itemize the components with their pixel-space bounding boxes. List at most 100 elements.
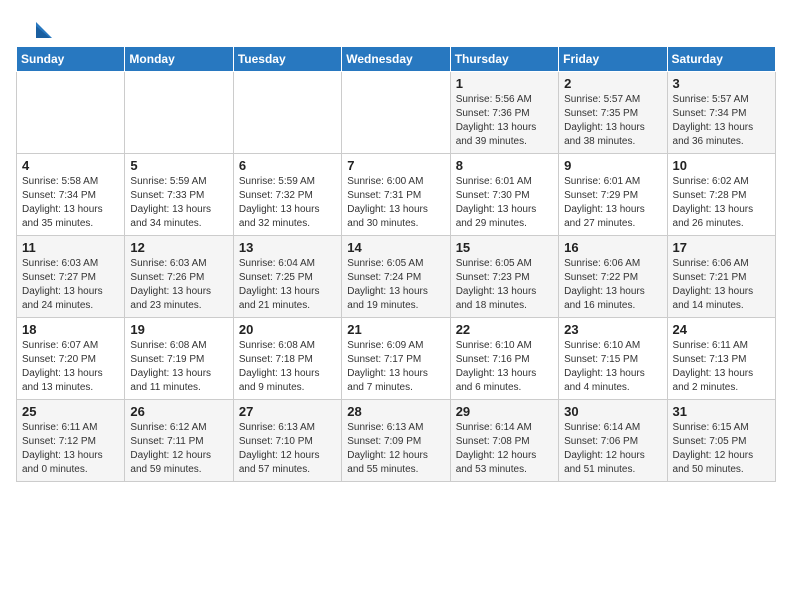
calendar-cell [17,72,125,154]
calendar-week-row: 4 Sunrise: 5:58 AM Sunset: 7:34 PM Daylig… [17,154,776,236]
day-number: 11 [22,240,119,255]
calendar-week-row: 11 Sunrise: 6:03 AM Sunset: 7:27 PM Dayli… [17,236,776,318]
day-info: Sunrise: 6:13 AM Sunset: 7:09 PM Dayligh… [347,421,444,477]
day-info: Sunrise: 6:01 AM Sunset: 7:30 PM Dayligh… [456,175,553,231]
day-number: 20 [239,322,336,337]
calendar-cell: 31 Sunrise: 6:15 AM Sunset: 7:05 PM Dayli… [667,400,775,482]
day-info: Sunrise: 6:02 AM Sunset: 7:28 PM Dayligh… [673,175,770,231]
day-info: Sunrise: 6:06 AM Sunset: 7:21 PM Dayligh… [673,257,770,313]
weekday-header-friday: Friday [559,47,667,72]
calendar-cell: 24Sunrise: 6:11 AM Sunset: 7:13 PM Dayli… [667,318,775,400]
calendar-cell: 22 Sunrise: 6:10 AM Sunset: 7:16 PM Dayli… [450,318,558,400]
calendar-cell: 11 Sunrise: 6:03 AM Sunset: 7:27 PM Dayli… [17,236,125,318]
calendar-cell: 2Sunrise: 5:57 AM Sunset: 7:35 PM Daylig… [559,72,667,154]
day-number: 23 [564,322,661,337]
day-number: 12 [130,240,227,255]
weekday-header-tuesday: Tuesday [233,47,341,72]
logo [16,20,52,38]
calendar-week-row: 1 Sunrise: 5:56 AM Sunset: 7:36 PM Daylig… [17,72,776,154]
day-info: Sunrise: 6:01 AM Sunset: 7:29 PM Dayligh… [564,175,661,231]
day-info: Sunrise: 6:03 AM Sunset: 7:26 PM Dayligh… [130,257,227,313]
day-number: 3 [673,76,770,91]
day-number: 26 [130,404,227,419]
day-number: 15 [456,240,553,255]
calendar-table: SundayMondayTuesdayWednesdayThursdayFrid… [16,46,776,482]
day-number: 18 [22,322,119,337]
calendar-cell: 25Sunrise: 6:11 AM Sunset: 7:12 PM Dayli… [17,400,125,482]
day-info: Sunrise: 6:05 AM Sunset: 7:24 PM Dayligh… [347,257,444,313]
day-number: 25 [22,404,119,419]
day-number: 14 [347,240,444,255]
day-info: Sunrise: 6:05 AM Sunset: 7:23 PM Dayligh… [456,257,553,313]
weekday-header-saturday: Saturday [667,47,775,72]
calendar-cell: 10 Sunrise: 6:02 AM Sunset: 7:28 PM Dayli… [667,154,775,236]
day-number: 31 [673,404,770,419]
weekday-header-thursday: Thursday [450,47,558,72]
calendar-cell: 13 Sunrise: 6:04 AM Sunset: 7:25 PM Dayli… [233,236,341,318]
day-number: 21 [347,322,444,337]
calendar-cell: 16 Sunrise: 6:06 AM Sunset: 7:22 PM Dayli… [559,236,667,318]
calendar-cell: 28 Sunrise: 6:13 AM Sunset: 7:09 PM Dayli… [342,400,450,482]
calendar-cell: 21Sunrise: 6:09 AM Sunset: 7:17 PM Dayli… [342,318,450,400]
header [16,16,776,38]
weekday-header-monday: Monday [125,47,233,72]
calendar-cell: 26 Sunrise: 6:12 AM Sunset: 7:11 PM Dayli… [125,400,233,482]
calendar-cell: 1 Sunrise: 5:56 AM Sunset: 7:36 PM Daylig… [450,72,558,154]
day-info: Sunrise: 6:06 AM Sunset: 7:22 PM Dayligh… [564,257,661,313]
day-info: Sunrise: 6:14 AM Sunset: 7:08 PM Dayligh… [456,421,553,477]
day-info: Sunrise: 5:59 AM Sunset: 7:33 PM Dayligh… [130,175,227,231]
calendar-week-row: 25Sunrise: 6:11 AM Sunset: 7:12 PM Dayli… [17,400,776,482]
day-number: 29 [456,404,553,419]
logo-icon [16,20,52,42]
day-number: 7 [347,158,444,173]
day-number: 17 [673,240,770,255]
day-number: 16 [564,240,661,255]
calendar-cell: 23 Sunrise: 6:10 AM Sunset: 7:15 PM Dayli… [559,318,667,400]
day-info: Sunrise: 6:10 AM Sunset: 7:15 PM Dayligh… [564,339,661,395]
day-number: 6 [239,158,336,173]
day-info: Sunrise: 6:03 AM Sunset: 7:27 PM Dayligh… [22,257,119,313]
day-number: 28 [347,404,444,419]
day-number: 24 [673,322,770,337]
day-info: Sunrise: 6:08 AM Sunset: 7:18 PM Dayligh… [239,339,336,395]
calendar-cell: 29 Sunrise: 6:14 AM Sunset: 7:08 PM Dayli… [450,400,558,482]
day-info: Sunrise: 5:58 AM Sunset: 7:34 PM Dayligh… [22,175,119,231]
calendar-cell: 5 Sunrise: 5:59 AM Sunset: 7:33 PM Daylig… [125,154,233,236]
calendar-cell: 12 Sunrise: 6:03 AM Sunset: 7:26 PM Dayli… [125,236,233,318]
day-number: 13 [239,240,336,255]
day-info: Sunrise: 6:08 AM Sunset: 7:19 PM Dayligh… [130,339,227,395]
calendar-cell: 15 Sunrise: 6:05 AM Sunset: 7:23 PM Dayli… [450,236,558,318]
weekday-header-row: SundayMondayTuesdayWednesdayThursdayFrid… [17,47,776,72]
day-number: 4 [22,158,119,173]
day-info: Sunrise: 6:07 AM Sunset: 7:20 PM Dayligh… [22,339,119,395]
day-number: 1 [456,76,553,91]
calendar-cell: 17 Sunrise: 6:06 AM Sunset: 7:21 PM Dayli… [667,236,775,318]
calendar-cell: 6 Sunrise: 5:59 AM Sunset: 7:32 PM Daylig… [233,154,341,236]
day-number: 30 [564,404,661,419]
day-info: Sunrise: 5:59 AM Sunset: 7:32 PM Dayligh… [239,175,336,231]
calendar-week-row: 18 Sunrise: 6:07 AM Sunset: 7:20 PM Dayli… [17,318,776,400]
day-number: 10 [673,158,770,173]
day-number: 22 [456,322,553,337]
calendar-cell: 7 Sunrise: 6:00 AM Sunset: 7:31 PM Daylig… [342,154,450,236]
day-info: Sunrise: 6:13 AM Sunset: 7:10 PM Dayligh… [239,421,336,477]
day-info: Sunrise: 6:04 AM Sunset: 7:25 PM Dayligh… [239,257,336,313]
day-info: Sunrise: 6:00 AM Sunset: 7:31 PM Dayligh… [347,175,444,231]
weekday-header-wednesday: Wednesday [342,47,450,72]
calendar-cell: 27 Sunrise: 6:13 AM Sunset: 7:10 PM Dayli… [233,400,341,482]
calendar-cell: 20 Sunrise: 6:08 AM Sunset: 7:18 PM Dayli… [233,318,341,400]
day-number: 27 [239,404,336,419]
day-info: Sunrise: 6:15 AM Sunset: 7:05 PM Dayligh… [673,421,770,477]
calendar-cell: 14 Sunrise: 6:05 AM Sunset: 7:24 PM Dayli… [342,236,450,318]
day-info: Sunrise: 6:14 AM Sunset: 7:06 PM Dayligh… [564,421,661,477]
day-number: 5 [130,158,227,173]
calendar-cell: 19 Sunrise: 6:08 AM Sunset: 7:19 PM Dayli… [125,318,233,400]
calendar-cell: 9Sunrise: 6:01 AM Sunset: 7:29 PM Daylig… [559,154,667,236]
day-info: Sunrise: 5:57 AM Sunset: 7:34 PM Dayligh… [673,93,770,149]
day-number: 19 [130,322,227,337]
calendar-cell: 18 Sunrise: 6:07 AM Sunset: 7:20 PM Dayli… [17,318,125,400]
day-info: Sunrise: 6:12 AM Sunset: 7:11 PM Dayligh… [130,421,227,477]
calendar-cell [125,72,233,154]
day-info: Sunrise: 6:10 AM Sunset: 7:16 PM Dayligh… [456,339,553,395]
day-info: Sunrise: 5:56 AM Sunset: 7:36 PM Dayligh… [456,93,553,149]
